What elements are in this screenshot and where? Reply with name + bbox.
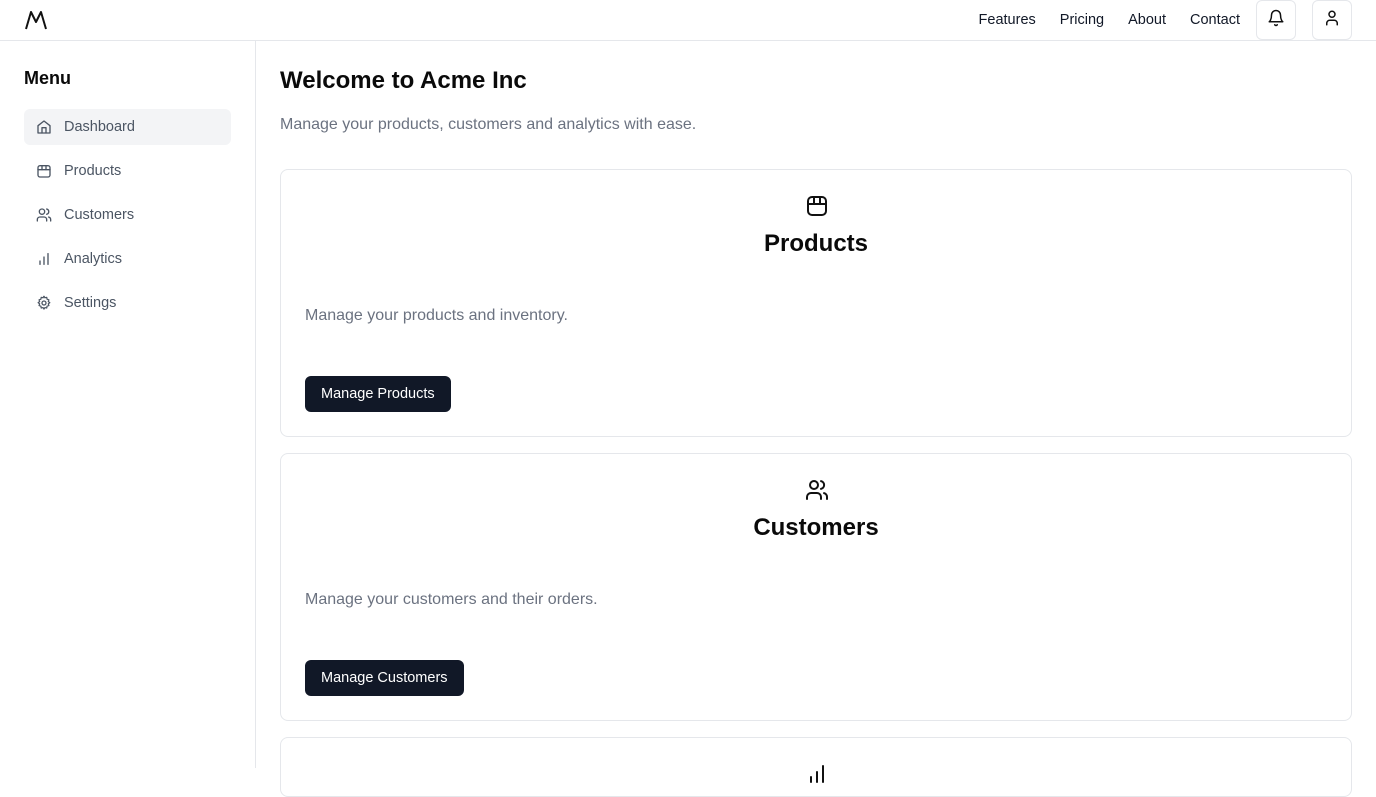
top-bar: Features Pricing About Contact [0, 0, 1376, 41]
sidebar-item-products[interactable]: Products [24, 153, 231, 189]
package-icon [805, 194, 829, 218]
gear-icon [36, 295, 52, 311]
users-icon [805, 478, 829, 502]
mountain-logo-icon[interactable] [24, 9, 48, 31]
sidebar-menu: Dashboard Products Customers Analytics S… [24, 109, 231, 329]
sidebar-item-customers[interactable]: Customers [24, 197, 231, 233]
users-icon [36, 207, 52, 223]
user-icon [1323, 9, 1341, 32]
nav-contact-link[interactable]: Contact [1190, 12, 1240, 28]
bar-chart-icon [805, 762, 829, 786]
sidebar-item-label: Customers [64, 207, 135, 223]
manage-products-button[interactable]: Manage Products [305, 376, 451, 412]
manage-customers-button[interactable]: Manage Customers [305, 660, 464, 696]
bell-icon [1267, 9, 1285, 32]
sidebar-title: Menu [24, 68, 71, 88]
card-description: Manage your products and inventory. [305, 307, 568, 324]
page-title: Welcome to Acme Inc [280, 67, 527, 94]
products-card: Products Manage your products and invent… [280, 169, 1352, 437]
sidebar-item-label: Settings [64, 295, 117, 311]
nav-about-link[interactable]: About [1128, 12, 1166, 28]
bar-chart-icon [36, 251, 52, 267]
sidebar: Menu Dashboard Products Customers Analyt… [0, 41, 256, 768]
notifications-button[interactable] [1256, 0, 1296, 40]
card-title: Products [763, 230, 868, 257]
card-description: Manage your customers and their orders. [305, 591, 598, 608]
analytics-card-partial [280, 737, 1352, 797]
nav-pricing-link[interactable]: Pricing [1060, 12, 1104, 28]
card-title: Customers [753, 514, 879, 541]
sidebar-item-dashboard[interactable]: Dashboard [24, 109, 231, 145]
home-icon [36, 119, 52, 135]
top-nav: Features Pricing About Contact [979, 0, 1240, 40]
page-subtitle: Manage your products, customers and anal… [280, 116, 697, 133]
account-button[interactable] [1312, 0, 1352, 40]
nav-features-link[interactable]: Features [979, 12, 1036, 28]
package-icon [36, 163, 52, 179]
sidebar-item-analytics[interactable]: Analytics [24, 241, 231, 277]
sidebar-item-label: Analytics [64, 251, 123, 267]
sidebar-item-label: Dashboard [64, 119, 135, 135]
customers-card: Customers Manage your customers and thei… [280, 453, 1352, 721]
sidebar-item-settings[interactable]: Settings [24, 285, 231, 321]
sidebar-item-label: Products [64, 163, 122, 179]
